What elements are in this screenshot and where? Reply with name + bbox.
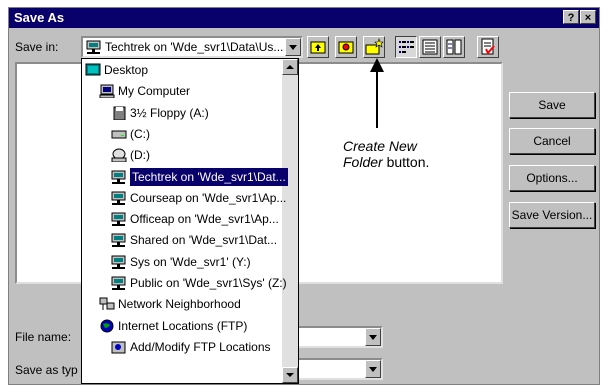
dropdown-item[interactable]: Courseap on 'Wde_svr1\Ap... — [82, 189, 286, 207]
details-view-button[interactable] — [419, 36, 441, 58]
scroll-up-button[interactable] — [282, 59, 298, 75]
dropdown-item[interactable]: 3½ Floppy (A:) — [82, 104, 282, 122]
annotation-line1: Create New — [343, 138, 417, 154]
annotation-rest: button. — [382, 154, 430, 170]
network-drive-icon — [86, 40, 101, 54]
dropdown-item-label: Add/Modify FTP Locations — [130, 339, 271, 354]
dropdown-item-label: Courseap on 'Wde_svr1\Ap... — [130, 190, 287, 205]
create-new-folder-icon — [365, 38, 384, 55]
tools-button[interactable] — [477, 36, 499, 58]
cdrom-icon — [111, 148, 127, 163]
dropdown-item-label: Sys on 'Wde_svr1' (Y:) — [130, 254, 251, 269]
computer-icon — [99, 84, 115, 99]
network-neighborhood-icon — [99, 297, 115, 311]
floppy-icon — [113, 106, 126, 120]
title-bar: Save As ? × — [9, 8, 599, 28]
options-button-label: Options... — [526, 171, 578, 185]
save-as-type-dropdown-arrow[interactable] — [365, 360, 381, 378]
dropdown-item[interactable]: Officeap on 'Wde_svr1\Ap... — [82, 210, 282, 228]
file-name-label: File name: — [15, 330, 72, 344]
search-web-button[interactable] — [335, 36, 357, 58]
dropdown-item-label: Public on 'Wde_svr1\Sys' (Z:) — [130, 276, 287, 290]
desktop-icon — [85, 63, 101, 76]
dropdown-item-label: (D:) — [130, 148, 150, 163]
internet-icon — [100, 319, 114, 333]
dropdown-item[interactable]: My Computer — [82, 82, 282, 100]
save-in-combo[interactable]: Techtrek on 'Wde_svr1\Data\Us... — [81, 36, 303, 58]
network-drive-icon — [111, 233, 126, 248]
tools-icon — [481, 38, 495, 55]
up-one-level-icon — [310, 41, 326, 54]
network-drive-icon — [111, 255, 126, 269]
dropdown-item[interactable]: Techtrek on 'Wde_svr1\Dat... — [82, 167, 288, 186]
dropdown-item-label: Desktop — [104, 63, 149, 77]
dropdown-item[interactable]: Desktop — [82, 61, 282, 79]
dropdown-item-label: Internet Locations (FTP) — [118, 318, 248, 333]
network-drive-icon — [111, 276, 126, 290]
details-view-icon — [422, 39, 438, 55]
annotation: Create New Folder button. — [343, 138, 483, 170]
list-view-button[interactable] — [395, 36, 417, 58]
close-button[interactable]: × — [580, 10, 596, 24]
dropdown-item[interactable]: Network Neighborhood — [82, 295, 282, 313]
dropdown-item[interactable]: (D:) — [82, 146, 282, 164]
ftp-icon — [111, 341, 126, 354]
dropdown-item-label: Shared on 'Wde_svr1\Dat... — [130, 233, 278, 248]
save-button[interactable]: Save — [509, 92, 595, 118]
search-web-icon — [338, 41, 354, 54]
properties-view-button[interactable] — [443, 36, 465, 58]
save-button-label: Save — [538, 98, 566, 112]
dropdown-item-label: Officeap on 'Wde_svr1\Ap... — [130, 212, 279, 227]
properties-view-icon — [446, 39, 462, 55]
dropdown-item-label: 3½ Floppy (A:) — [130, 105, 209, 120]
dropdown-item[interactable]: Public on 'Wde_svr1\Sys' (Z:) — [82, 274, 287, 292]
help-button[interactable]: ? — [563, 10, 579, 24]
dropdown-scrollbar[interactable] — [282, 59, 298, 383]
up-one-level-button[interactable] — [307, 36, 329, 58]
save-version-button[interactable]: Save Version... — [509, 202, 595, 228]
network-drive-icon — [111, 191, 126, 205]
save-in-dropdown-arrow[interactable] — [285, 38, 301, 56]
scroll-down-button[interactable] — [282, 367, 298, 383]
dropdown-item-label: (C:) — [130, 126, 150, 141]
network-drive-icon — [111, 170, 126, 184]
save-as-type-label: Save as typ — [15, 363, 78, 377]
dropdown-item[interactable]: Sys on 'Wde_svr1' (Y:) — [82, 253, 282, 271]
dropdown-item[interactable]: Add/Modify FTP Locations — [82, 338, 282, 356]
dropdown-item[interactable]: (C:) — [82, 125, 282, 143]
save-in-value: Techtrek on 'Wde_svr1\Data\Us... — [105, 40, 284, 54]
cancel-button[interactable]: Cancel — [509, 128, 595, 154]
scroll-up-icon — [286, 65, 294, 69]
dropdown-item[interactable]: Internet Locations (FTP) — [82, 317, 282, 335]
save-version-button-label: Save Version... — [511, 208, 593, 222]
save-as-type-select[interactable] — [285, 358, 383, 380]
annotation-arrow-icon — [370, 58, 384, 128]
dropdown-item-label: Network Neighborhood — [118, 297, 241, 312]
save-as-dialog: Save As ? × Save in: Techtrek on 'Wde_sv… — [8, 7, 600, 385]
dropdown-item-label: Techtrek on 'Wde_svr1\Dat... — [130, 167, 288, 186]
create-new-folder-button[interactable] — [363, 36, 385, 58]
cancel-button-label: Cancel — [533, 134, 571, 148]
dropdown-item-label: My Computer — [118, 84, 191, 99]
options-button[interactable]: Options... — [509, 165, 595, 191]
dropdown-item[interactable]: Shared on 'Wde_svr1\Dat... — [82, 231, 282, 249]
list-view-icon — [399, 41, 414, 53]
dialog-title: Save As — [14, 10, 65, 25]
drive-icon — [111, 130, 127, 139]
file-name-dropdown-arrow[interactable] — [365, 328, 381, 346]
scroll-down-icon — [286, 373, 294, 377]
network-drive-icon — [111, 212, 126, 227]
file-name-input[interactable] — [285, 326, 383, 348]
annotation-italic: Folder — [343, 154, 383, 170]
save-in-label: Save in: — [15, 40, 59, 54]
save-in-dropdown-list[interactable]: Desktop My Computer 3½ Floppy (A:) (C:) (D:)… — [81, 58, 299, 384]
